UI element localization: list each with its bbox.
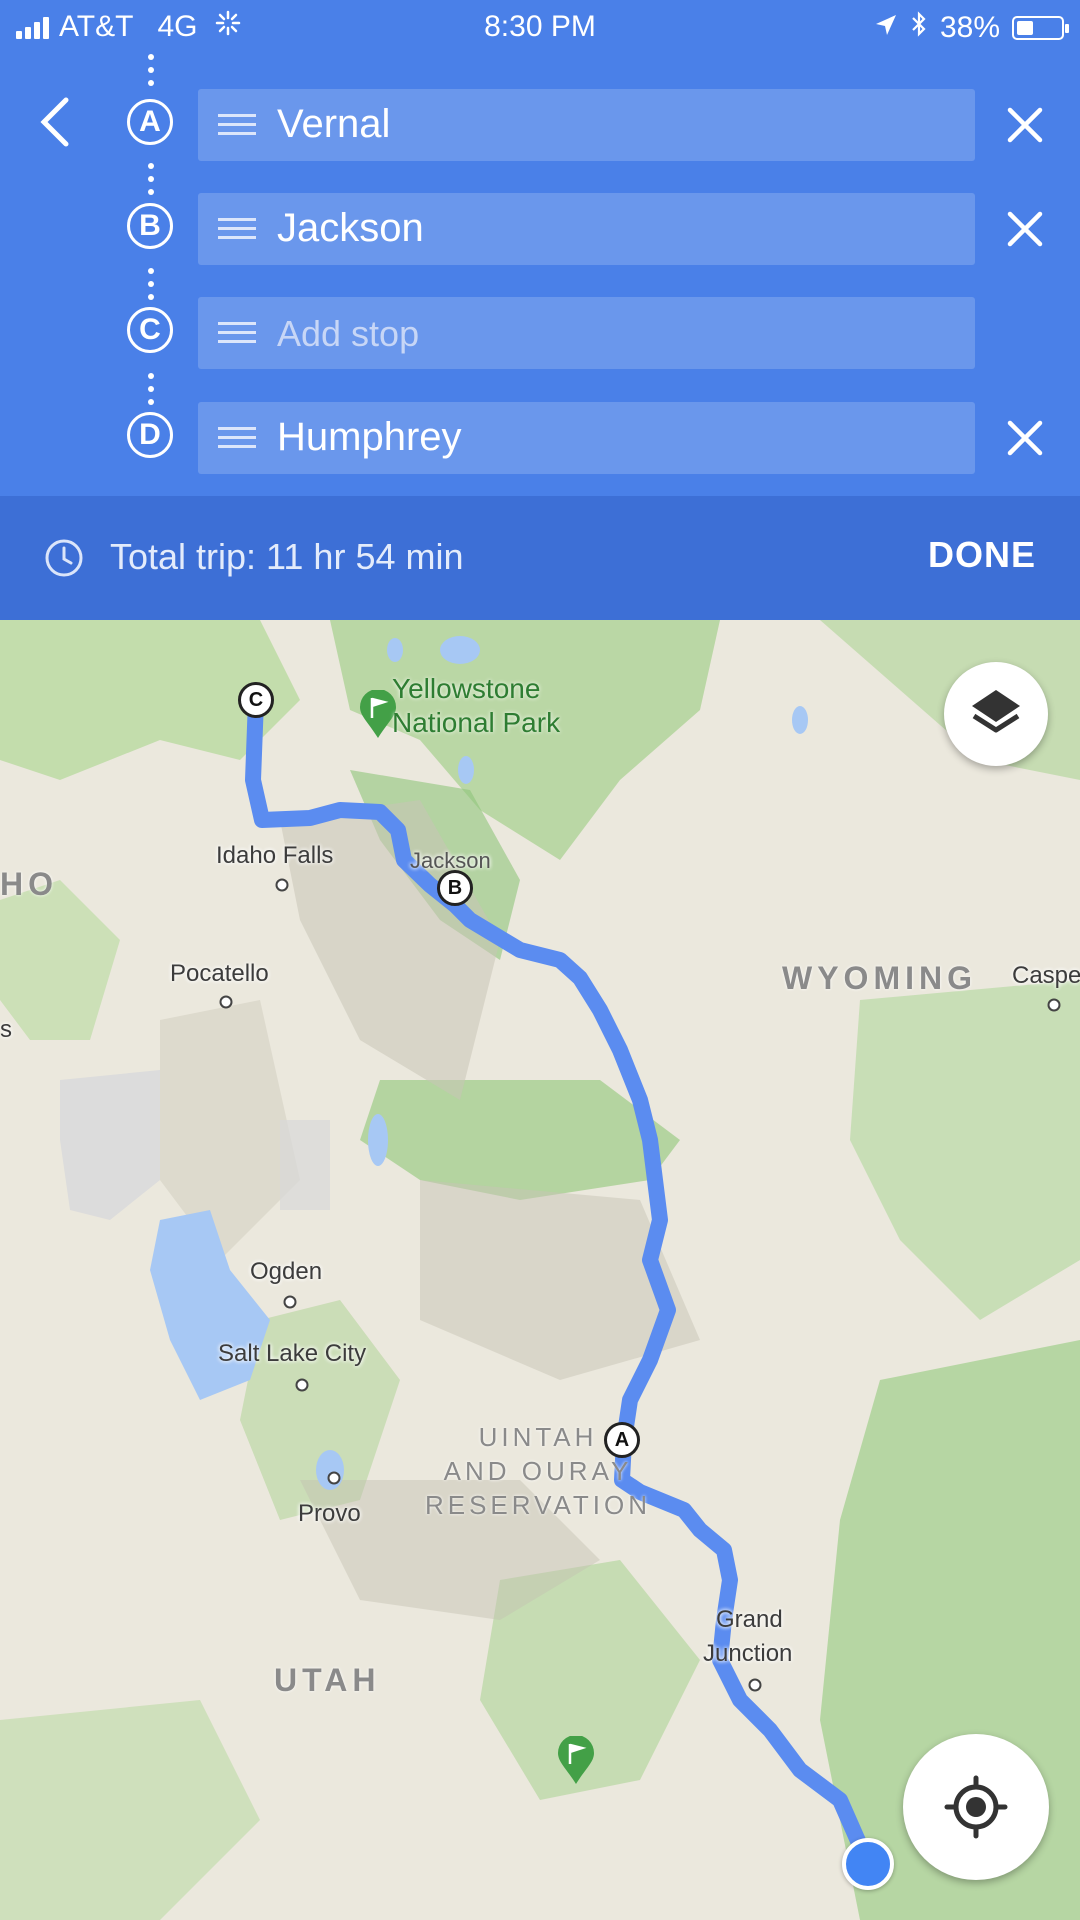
route-marker-b[interactable]: B — [437, 870, 473, 906]
total-trip-time: Total trip: 11 hr 54 min — [110, 536, 464, 577]
stop-marker-b: B — [127, 203, 173, 249]
route-marker-a[interactable]: A — [604, 1422, 640, 1458]
current-location-dot — [842, 1838, 894, 1890]
stop-marker-a: A — [127, 99, 173, 145]
map-label-pocatello: Pocatello — [170, 960, 269, 987]
directions-header: AT&T 4G 8:30 PM 38% A Vernal B Jackson C… — [0, 0, 1080, 496]
park-pin-icon[interactable] — [556, 1735, 596, 1791]
map-label-utah: UTAH — [274, 1662, 381, 1698]
stop-row-a: A Vernal — [0, 89, 1080, 161]
map-label-grand-junction-2: Junction — [703, 1640, 793, 1667]
map-label-casper: Caspe — [1012, 962, 1080, 989]
remove-stop-b-button[interactable] — [1005, 209, 1045, 249]
map-label-wyoming: WYOMING — [782, 960, 977, 996]
stop-row-b: B Jackson — [0, 193, 1080, 265]
drag-handle-icon[interactable] — [218, 218, 256, 245]
stop-input-b[interactable]: Jackson — [277, 206, 424, 251]
route-marker-c[interactable]: C — [238, 682, 274, 718]
map-label-yellowstone: Yellowstone National Park — [392, 673, 561, 738]
stop-field-b[interactable]: Jackson — [198, 193, 975, 265]
status-bar: AT&T 4G 8:30 PM 38% — [0, 0, 1080, 56]
location-arrow-icon — [874, 11, 898, 45]
remove-stop-a-button[interactable] — [1005, 105, 1045, 145]
my-location-button[interactable] — [903, 1734, 1049, 1880]
remove-stop-d-button[interactable] — [1005, 418, 1045, 458]
battery-percent: 38% — [939, 11, 1000, 44]
done-button[interactable]: DONE — [928, 534, 1036, 576]
clock-icon — [44, 538, 84, 578]
stop-input-a[interactable]: Vernal — [277, 102, 390, 147]
stop-field-d[interactable]: Humphrey — [198, 402, 975, 474]
add-stop-field[interactable]: Add stop — [198, 297, 975, 369]
stop-input-d[interactable]: Humphrey — [277, 415, 462, 460]
close-icon — [1007, 107, 1043, 143]
stop-marker-d: D — [127, 412, 173, 458]
stop-field-a[interactable]: Vernal — [198, 89, 975, 161]
map-label-idaho-falls: Idaho Falls — [216, 842, 334, 869]
map-label-grand-junction-1: Grand — [716, 1606, 783, 1633]
drag-handle-icon[interactable] — [218, 427, 256, 454]
stop-row-d: D Humphrey — [0, 402, 1080, 474]
stop-marker-c: C — [127, 307, 173, 353]
route-connector — [148, 54, 154, 93]
drag-handle-icon[interactable] — [218, 114, 256, 141]
bluetooth-icon — [910, 10, 928, 46]
layers-button[interactable] — [944, 662, 1048, 766]
stop-row-c: C Add stop — [0, 297, 1080, 369]
map-view[interactable]: Idaho Falls Pocatello Ogden Salt Lake Ci… — [0, 620, 1080, 1920]
map-label-ogden: Ogden — [250, 1258, 323, 1285]
map-label-partial: s — [0, 1016, 12, 1043]
close-icon — [1007, 420, 1043, 456]
layers-icon — [972, 690, 1020, 733]
crosshair-icon — [944, 1775, 1008, 1839]
trip-summary-bar: Total trip: 11 hr 54 min DONE — [0, 496, 1080, 620]
close-icon — [1007, 211, 1043, 247]
battery-icon — [1012, 16, 1069, 40]
drag-handle-icon[interactable] — [218, 322, 256, 349]
map-label-idaho-partial: HO — [0, 866, 58, 902]
terrain-map — [0, 620, 1080, 1920]
map-label-salt-lake-city: Salt Lake City — [218, 1340, 367, 1367]
battery-level — [1017, 21, 1033, 35]
add-stop-input[interactable]: Add stop — [277, 313, 419, 355]
map-label-provo: Provo — [298, 1500, 361, 1527]
